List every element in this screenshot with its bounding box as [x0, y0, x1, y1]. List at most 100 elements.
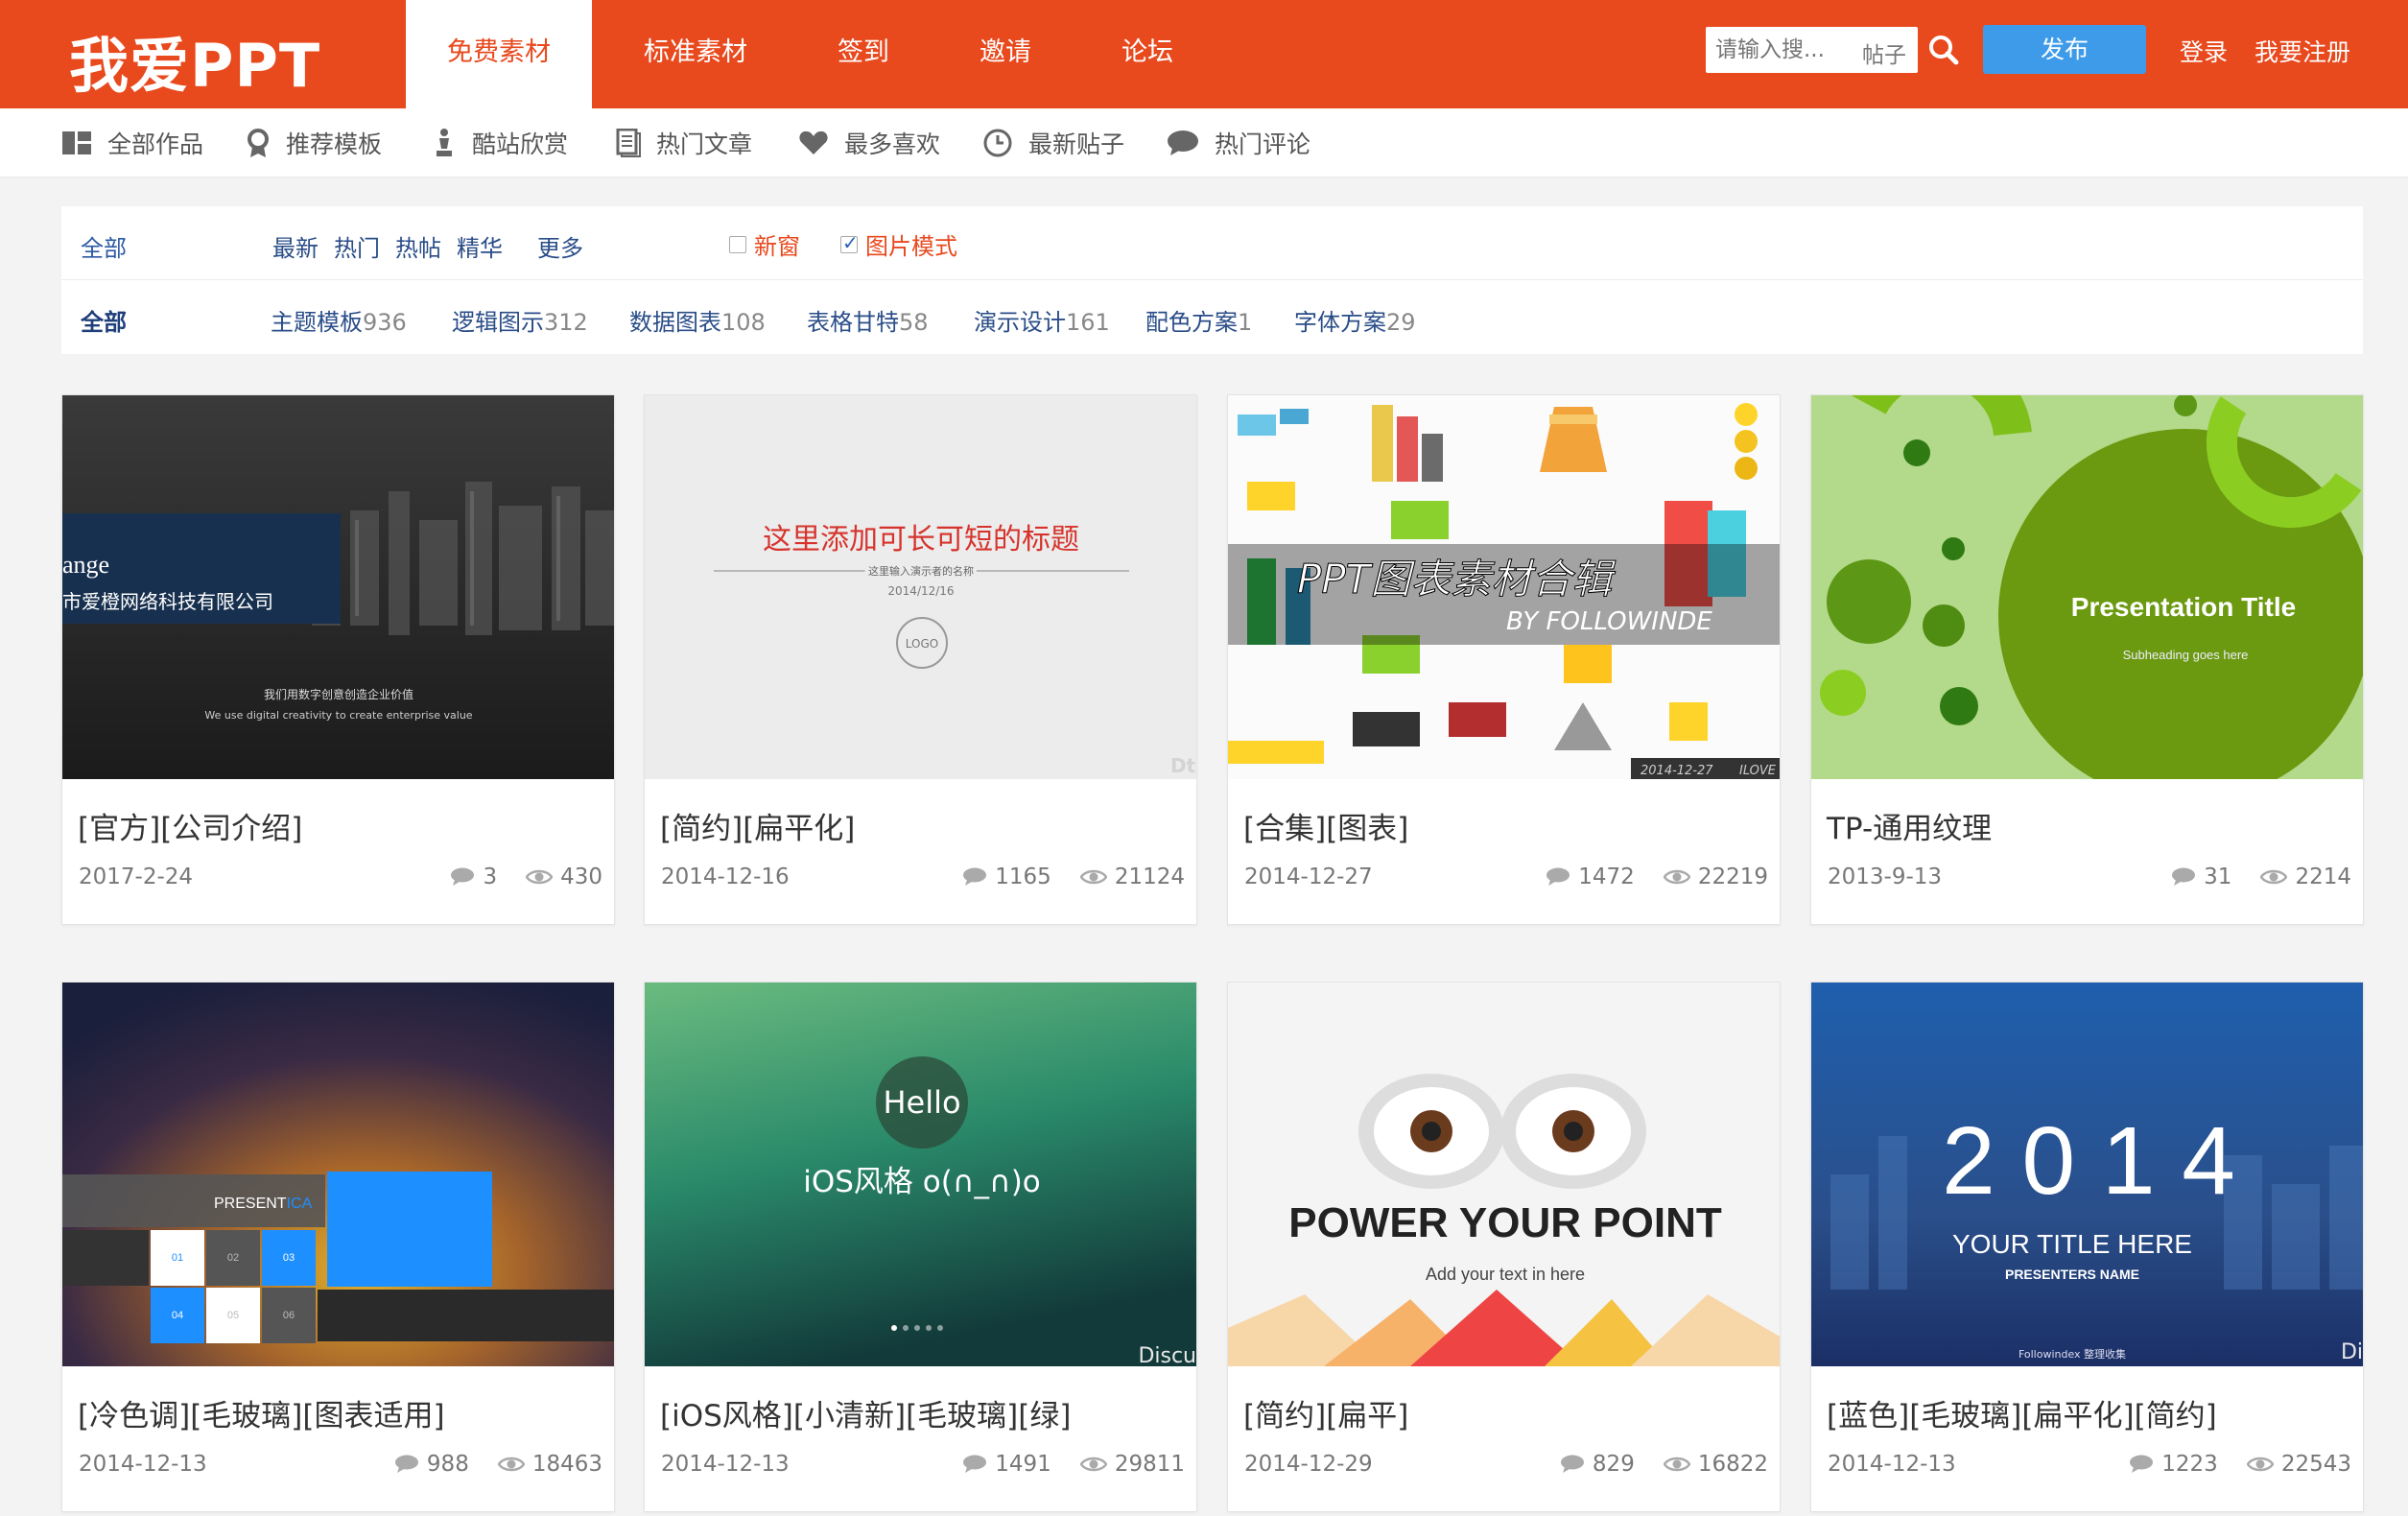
category-presentation-design[interactable]: 演示设计161 [974, 303, 1110, 337]
category-data-charts[interactable]: 数据图表108 [629, 303, 766, 337]
filter-latest[interactable]: 最新 [272, 229, 319, 263]
filter-hot-posts[interactable]: 热帖 [395, 229, 441, 263]
card-title[interactable]: TP-通用纹理 [1827, 804, 1992, 847]
filter-hot[interactable]: 热门 [334, 229, 380, 263]
thumb-text: 05 [227, 1310, 239, 1321]
subnav-most-liked[interactable]: 最多喜欢 [798, 108, 940, 178]
template-card[interactable]: Hello iOS风格 o(∩_∩)o Discu [iOS风格][小清新][毛… [644, 982, 1197, 1512]
template-card[interactable]: 这里添加可长可短的标题 这里输入演示者的名称 2014/12/16 LOGO D… [644, 394, 1197, 925]
view-count: 2214 [2295, 865, 2351, 889]
subnav-hot-comments[interactable]: 热门评论 [1167, 108, 1310, 178]
filter-all-label[interactable]: 全部 [81, 229, 127, 263]
clock-icon [983, 129, 1012, 157]
nav-free-materials[interactable]: 免费素材 [406, 0, 592, 108]
card-title[interactable]: [简约][扁平] [1243, 1391, 1408, 1434]
card-date: 2014-12-29 [1244, 1452, 1373, 1477]
template-card[interactable]: PPT图表素材合辑 BY FOLLOWINDE 2014-12-27 ILOVE… [1227, 394, 1781, 925]
category-font-schemes[interactable]: 字体方案29 [1294, 303, 1416, 337]
comment-count: 1491 [995, 1452, 1051, 1477]
nav-invite[interactable]: 邀请 [941, 0, 1070, 108]
comment-icon [394, 1455, 418, 1473]
subnav-label: 热门评论 [1215, 130, 1311, 158]
card-title[interactable]: [合集][图表] [1243, 804, 1408, 847]
card-title[interactable]: [官方][公司介绍] [78, 804, 302, 847]
search-scope-select[interactable]: 帖子 [1862, 36, 1906, 69]
comment-icon [1168, 130, 1198, 155]
template-card[interactable]: 2 0 1 4 YOUR TITLE HERE PRESENTERS NAME … [1810, 982, 2364, 1512]
template-card[interactable]: ange 市爱橙网络科技有限公司 我们用数字创意创造企业价值 We use di… [61, 394, 615, 925]
thumb-text: Add your text in here [1426, 1265, 1585, 1284]
template-thumbnail[interactable]: 2 0 1 4 YOUR TITLE HERE PRESENTERS NAME … [1811, 983, 2363, 1366]
filter-essence[interactable]: 精华 [457, 229, 503, 263]
search-icon[interactable] [1925, 32, 1964, 70]
thumb-text: Subheading goes here [2123, 648, 2249, 662]
card-title[interactable]: [蓝色][毛玻璃][扁平化][简约] [1827, 1391, 2217, 1434]
template-thumbnail[interactable]: ange 市爱橙网络科技有限公司 我们用数字创意创造企业价值 We use di… [62, 395, 614, 779]
category-logic-diagrams[interactable]: 逻辑图示312 [452, 303, 588, 337]
template-thumbnail[interactable]: Hello iOS风格 o(∩_∩)o Discu [645, 983, 1196, 1366]
nav-standard-materials[interactable]: 标准素材 [605, 0, 786, 108]
card-title[interactable]: [冷色调][毛玻璃][图表适用] [78, 1391, 445, 1434]
template-thumbnail[interactable]: PRESENTICA 01 02 03 04 05 06 [62, 983, 614, 1366]
card-date: 2014-12-13 [79, 1452, 207, 1477]
category-all-label[interactable]: 全部 [81, 303, 127, 337]
filter-more[interactable]: 更多 [537, 229, 583, 263]
subnav-label: 热门文章 [656, 130, 753, 158]
template-thumbnail[interactable]: 这里添加可长可短的标题 这里输入演示者的名称 2014/12/16 LOGO D… [645, 395, 1196, 779]
card-date: 2014-12-16 [661, 865, 790, 889]
comment-icon [451, 867, 475, 886]
card-date: 2017-2-24 [79, 865, 194, 889]
category-color-schemes[interactable]: 配色方案1 [1145, 303, 1252, 337]
filter-row-sort: 全部 最新 热门 热帖 精华 更多 新窗 图片模式 [61, 206, 2363, 280]
eye-icon [526, 869, 554, 885]
subnav-recommended[interactable]: 推荐模板 [246, 108, 382, 178]
thumb-text: PPT图表素材合辑 [1297, 556, 1616, 603]
card-date: 2013-9-13 [1828, 865, 1943, 889]
new-window-checkbox[interactable]: 新窗 [729, 227, 800, 261]
nav-forum[interactable]: 论坛 [1083, 0, 1212, 108]
register-link[interactable]: 我要注册 [2255, 34, 2350, 68]
card-stats: 1472 22219 [1546, 865, 1768, 889]
thumb-text: 03 [283, 1252, 295, 1264]
thumb-text: iOS风格 o(∩_∩)o [803, 1165, 1041, 1199]
template-thumbnail[interactable]: Presentation Title Subheading goes here [1811, 395, 2363, 779]
image-mode-checkbox[interactable]: 图片模式 [840, 227, 957, 261]
subnav-hot-articles[interactable]: 热门文章 [616, 108, 752, 178]
subnav-label: 最多喜欢 [844, 130, 941, 158]
publish-button[interactable]: 发布 [1983, 25, 2146, 74]
comment-icon [1546, 867, 1570, 886]
thumb-text: PRESENTERS NAME [2005, 1267, 2139, 1282]
subnav-all-works[interactable]: 全部作品 [61, 108, 203, 178]
template-card[interactable]: Presentation Title Subheading goes here … [1810, 394, 2364, 925]
thumb-text: 2014-12-27 [1641, 764, 1713, 778]
thumb-text: 这里添加可长可短的标题 [763, 523, 1079, 557]
card-title[interactable]: [简约][扁平化] [660, 804, 855, 847]
template-thumbnail[interactable]: POWER YOUR POINT Add your text in here [1228, 983, 1780, 1366]
thumb-text: Dt [1170, 754, 1196, 777]
image-mode-label: 图片模式 [865, 233, 957, 260]
thumb-text: BY FOLLOWINDE [1506, 607, 1712, 636]
eye-icon [497, 1457, 525, 1472]
thumb-text: Hello [883, 1084, 960, 1121]
thumb-text: POWER YOUR POINT [1288, 1199, 1722, 1246]
category-table-gantt[interactable]: 表格甘特58 [807, 303, 929, 337]
template-card[interactable]: POWER YOUR POINT Add your text in here [… [1227, 982, 1781, 1512]
nav-checkin[interactable]: 签到 [799, 0, 928, 108]
thumb-text: PRESENTICA [214, 1196, 313, 1212]
subnav-label: 推荐模板 [286, 130, 383, 158]
filter-panel: 全部 最新 热门 热帖 精华 更多 新窗 图片模式 全部 主题模板936 逻辑图… [61, 206, 2363, 354]
top-bar: 我爱PPT 免费素材 标准素材 签到 邀请 论坛 帖子 发布 登录 我要注册 [0, 0, 2408, 108]
view-count: 16822 [1697, 1452, 1768, 1477]
template-thumbnail[interactable]: PPT图表素材合辑 BY FOLLOWINDE 2014-12-27 ILOVE [1228, 395, 1780, 779]
thumb-text: Presentation Title [2071, 592, 2296, 622]
card-title[interactable]: [iOS风格][小清新][毛玻璃][绿] [660, 1391, 1071, 1434]
login-link[interactable]: 登录 [2180, 34, 2228, 68]
site-logo[interactable]: 我爱PPT [69, 17, 320, 104]
subnav-latest-posts[interactable]: 最新贴子 [982, 108, 1124, 178]
search-input[interactable] [1715, 35, 1846, 65]
comment-count: 829 [1592, 1452, 1635, 1477]
category-theme-templates[interactable]: 主题模板936 [271, 303, 407, 337]
subnav-cool-sites[interactable]: 酷站欣赏 [432, 108, 568, 178]
view-count: 22543 [2280, 1452, 2351, 1477]
template-card[interactable]: PRESENTICA 01 02 03 04 05 06 [冷色调][毛玻璃][… [61, 982, 615, 1512]
